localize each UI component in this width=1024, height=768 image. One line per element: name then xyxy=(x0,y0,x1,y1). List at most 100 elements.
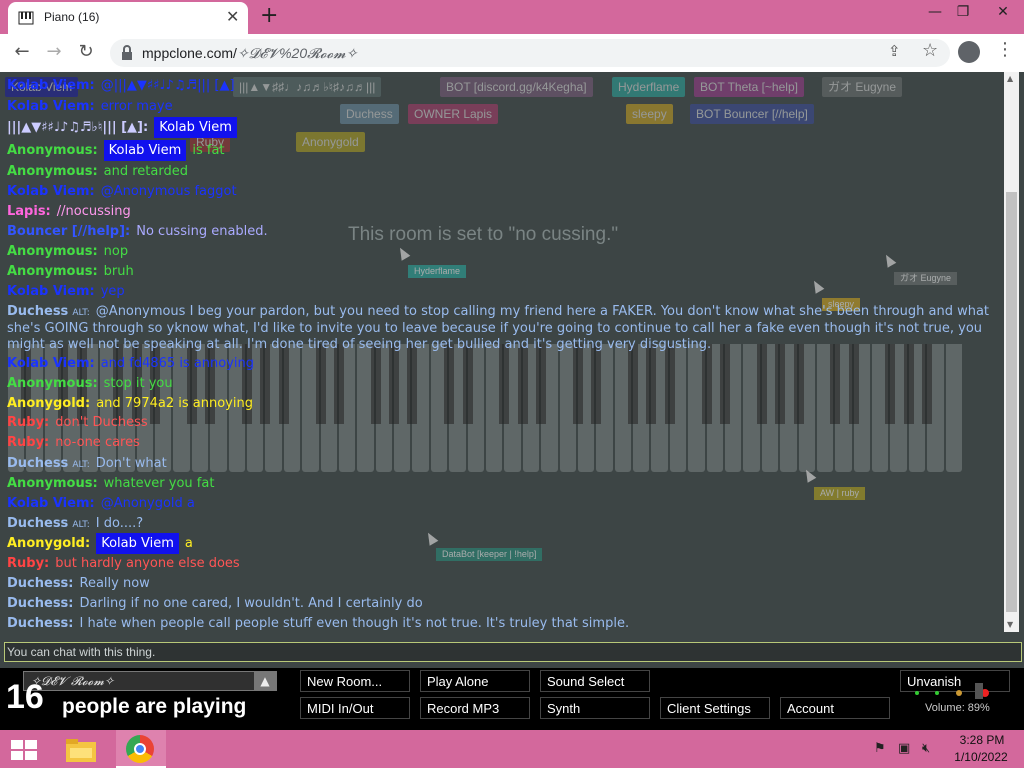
midi-in-out-button[interactable]: MIDI In/Out xyxy=(300,697,410,719)
chat-author[interactable]: Ruby: xyxy=(7,415,49,430)
chat-input[interactable]: You can chat with this thing. xyxy=(4,642,1022,662)
chat-message: Kolab Viem: and fd4865 is annoying xyxy=(7,356,254,372)
browser-tab[interactable]: Piano (16) ✕ xyxy=(8,2,248,34)
forward-icon[interactable]: → xyxy=(42,40,66,64)
bookmark-star-icon[interactable]: ☆ xyxy=(922,40,938,61)
chat-text: //nocussing xyxy=(56,204,131,219)
scroll-down-icon[interactable]: ▼ xyxy=(1007,620,1013,629)
chat-text: @Anonymous I beg your pardon, but you ne… xyxy=(7,304,990,352)
chat-author[interactable]: Anonygold: xyxy=(7,536,90,551)
chat-author[interactable]: Duchess: xyxy=(7,616,74,631)
synth-button[interactable]: Synth xyxy=(540,697,650,719)
chat-message: Anonygold: Kolab Viem a xyxy=(7,533,193,554)
tab-close-icon[interactable]: ✕ xyxy=(226,8,239,26)
restore-button[interactable]: ❐ xyxy=(948,2,978,22)
room-dropdown-arrow-icon[interactable]: ▲ xyxy=(254,672,276,690)
room-select[interactable]: ✧𝓓𝓔𝓥 𝓡𝓸𝓸𝓶✧ ▲ xyxy=(23,671,277,691)
chat-message: Kolab Viem: error maye xyxy=(7,99,173,115)
back-icon[interactable]: ← xyxy=(10,40,34,64)
chat-author[interactable]: Anonymous: xyxy=(7,264,98,279)
chat-message: Ruby: don't Duchess xyxy=(7,415,148,431)
chat-author[interactable]: Kolab Viem: xyxy=(7,184,95,199)
chat-author[interactable]: Anonymous: xyxy=(7,476,98,491)
chat-text: I hate when people call people stuff eve… xyxy=(79,616,630,631)
reload-icon[interactable]: ↻ xyxy=(74,40,98,64)
chat-text: is fat xyxy=(192,143,225,158)
chat-author[interactable]: Anonymous: xyxy=(7,244,98,259)
clock-time[interactable]: 3:28 PM xyxy=(956,733,1008,747)
chat-author[interactable]: Duchess ALT: xyxy=(7,516,90,531)
chat-author[interactable]: Kolab Viem: xyxy=(7,99,95,114)
record-mp3-button[interactable]: Record MP3 xyxy=(420,697,530,719)
chat-message: Anonygold: and 7974a2 is annoying xyxy=(7,396,253,412)
alt-badge: ALT: xyxy=(72,460,90,470)
window-close-button[interactable]: ✕ xyxy=(988,2,1018,22)
chat-author[interactable]: Ruby: xyxy=(7,435,49,450)
chat-author[interactable]: Lapis: xyxy=(7,204,51,219)
chat-text: Really now xyxy=(79,576,150,591)
network-icon[interactable]: ▣ xyxy=(898,741,910,756)
clock-date[interactable]: 1/10/2022 xyxy=(950,750,1012,764)
share-icon[interactable]: ⇪ xyxy=(888,42,901,60)
chat-author[interactable]: Kolab Viem: xyxy=(7,78,95,93)
chat-author[interactable]: Kolab Viem: xyxy=(7,284,95,299)
chat-text: @|||▲▼♯♯♩♪♫♬||| [▲] xyxy=(100,78,235,93)
address-bar[interactable]: mppclone.com/✧𝓓𝓔𝓥%20𝓡𝓸𝓸𝓶✧ xyxy=(110,39,950,67)
piano-room-page: This room is set to "no cussing." Kolab … xyxy=(0,72,1024,668)
alt-badge: ALT: xyxy=(72,308,90,318)
mention-highlight: Kolab Viem xyxy=(96,533,179,554)
chat-author[interactable]: Anonymous: xyxy=(7,164,98,179)
chat-author[interactable]: Duchess ALT: xyxy=(7,304,90,319)
chat-author[interactable]: Anonymous: xyxy=(7,143,98,158)
account-button[interactable]: Account xyxy=(780,697,890,719)
client-settings-button[interactable]: Client Settings xyxy=(660,697,770,719)
chat-text: but hardly anyone else does xyxy=(55,556,240,571)
chat-message: Anonymous: Kolab Viem is fat xyxy=(7,140,225,161)
lock-icon xyxy=(122,45,132,60)
player-count-label: people are playing xyxy=(62,695,247,718)
chat-text: yep xyxy=(100,284,125,299)
new-tab-button[interactable]: + xyxy=(260,4,278,28)
chat-scrollbar[interactable]: ▲ ▼ xyxy=(1004,72,1019,632)
chat-author[interactable]: Anonymous: xyxy=(7,376,98,391)
chat-text: Don't what xyxy=(95,456,167,471)
volume-label: Volume: 89% xyxy=(925,702,990,714)
profile-avatar-icon[interactable] xyxy=(958,41,980,63)
volume-knob[interactable] xyxy=(975,683,983,699)
chat-text: and retarded xyxy=(103,164,188,179)
chat-message: Kolab Viem: @|||▲▼♯♯♩♪♫♬||| [▲] xyxy=(7,78,235,94)
chat-author[interactable]: Bouncer [//help]: xyxy=(7,224,130,239)
chat-author[interactable]: |||▲▼♯♯♩♪♫♬♭♮||| [▲]: xyxy=(7,120,148,135)
sound-select-button[interactable]: Sound Select xyxy=(540,670,650,692)
chat-author[interactable]: Duchess: xyxy=(7,576,74,591)
chat-message: Duchess ALT: Don't what xyxy=(7,456,167,473)
new-room-button[interactable]: New Room... xyxy=(300,670,410,692)
chat-text: Darling if no one cared, I wouldn't. And… xyxy=(79,596,423,611)
browser-tab-strip: Piano (16) ✕ + — ❐ ✕ xyxy=(0,0,1024,34)
chat-message: Duchess: Darling if no one cared, I would… xyxy=(7,596,423,612)
chat-author[interactable]: Kolab Viem: xyxy=(7,496,95,511)
chat-author[interactable]: Duchess: xyxy=(7,596,74,611)
file-explorer-icon[interactable] xyxy=(62,734,100,766)
chat-log: Kolab Viem: @|||▲▼♯♯♩♪♫♬||| [▲] Kolab Viem… xyxy=(0,72,1004,632)
speaker-muted-icon[interactable]: 🔇︎ xyxy=(922,741,930,756)
os-taskbar: ⚑ ▣ 🔇︎ 3:28 PM 1/10/2022 xyxy=(0,730,1024,768)
browser-menu-icon[interactable]: ⋮ xyxy=(996,40,1014,60)
scroll-up-icon[interactable]: ▲ xyxy=(1007,74,1013,83)
chrome-taskbar-button[interactable] xyxy=(116,730,166,768)
minimize-button[interactable]: — xyxy=(920,2,950,22)
chat-author[interactable]: Ruby: xyxy=(7,556,49,571)
alt-badge: ALT: xyxy=(72,520,90,530)
chat-text: I do....? xyxy=(95,516,144,531)
chat-message: Anonymous: stop it you xyxy=(7,376,173,392)
scroll-thumb[interactable] xyxy=(1006,192,1017,612)
chat-author[interactable]: Anonygold: xyxy=(7,396,90,411)
notification-flag-icon[interactable]: ⚑ xyxy=(874,741,886,756)
chat-author[interactable]: Kolab Viem: xyxy=(7,356,95,371)
chat-text: error maye xyxy=(100,99,173,114)
play-alone-button[interactable]: Play Alone xyxy=(420,670,530,692)
chat-author[interactable]: Duchess ALT: xyxy=(7,456,90,471)
tab-title: Piano (16) xyxy=(44,10,100,24)
windows-start-icon[interactable] xyxy=(10,739,38,761)
chat-message: Anonymous: nop xyxy=(7,244,128,260)
